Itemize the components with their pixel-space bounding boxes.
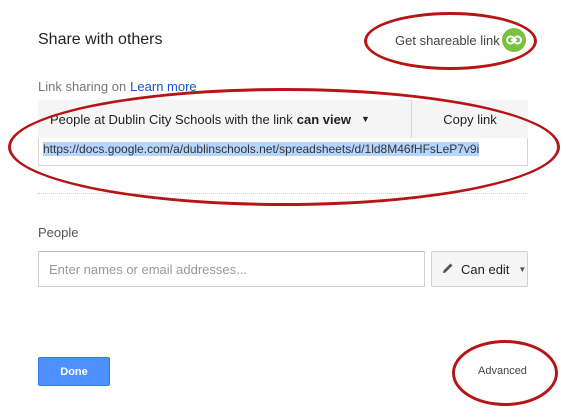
caret-down-icon: ▼ [361,114,370,124]
link-sharing-label: Link sharing on [38,79,127,94]
share-url-text: https://docs.google.com/a/dublinschools.… [43,142,480,156]
link-icon[interactable] [502,28,526,52]
get-shareable-link[interactable]: Get shareable link [395,33,500,48]
advanced-link[interactable]: Advanced [478,365,527,377]
link-access-dropdown[interactable]: People at Dublin City Schools with the l… [38,100,412,138]
share-url-field[interactable]: https://docs.google.com/a/dublinschools.… [38,138,528,166]
divider [38,193,528,194]
people-input[interactable]: Enter names or email addresses... [38,251,425,287]
permission-dropdown[interactable]: Can edit ▼ [431,251,528,287]
learn-more-link[interactable]: Learn more [130,79,196,94]
pencil-icon [442,262,454,277]
access-permission-text: can view [296,111,351,127]
link-sharing-status: Link sharing on Learn more [38,79,197,94]
access-scope-text: People at Dublin City Schools with the l… [50,111,293,127]
permission-dropdown-label: Can edit [461,261,510,277]
done-button[interactable]: Done [38,357,110,386]
caret-down-icon: ▼ [518,264,527,274]
copy-link-button[interactable]: Copy link [412,100,528,138]
people-label: People [38,225,79,240]
dialog-title: Share with others [38,31,163,48]
